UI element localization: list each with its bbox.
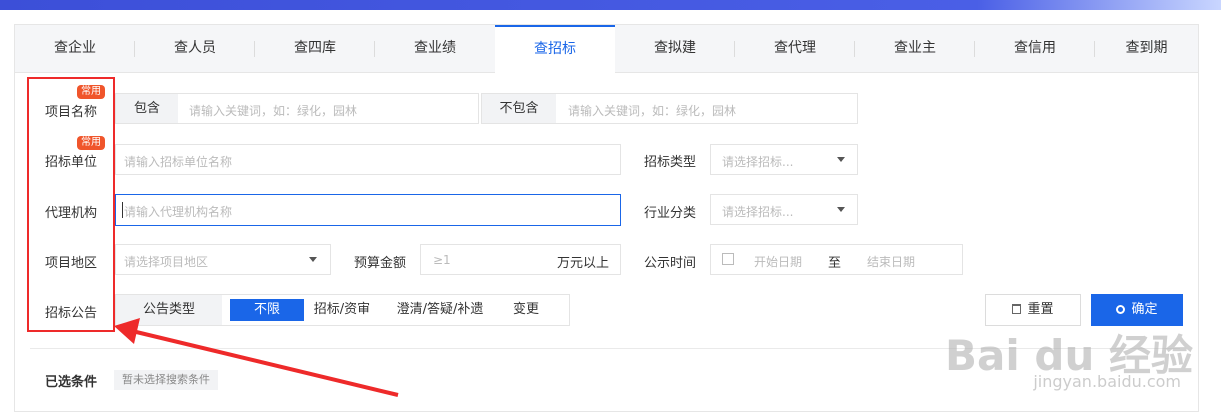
watermark-url: jingyan.baidu.com <box>1033 372 1181 391</box>
